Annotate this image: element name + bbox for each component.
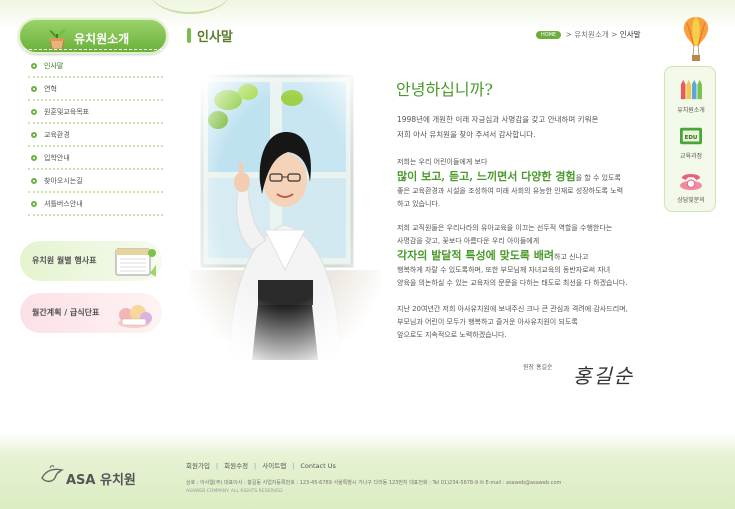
home-link[interactable]: HOME xyxy=(536,31,562,39)
signature: 홍길순 xyxy=(573,364,635,388)
quick-item-consult[interactable]: 상담및문의 xyxy=(665,169,717,204)
footer-logo-text: ASA 유치원 xyxy=(66,473,136,488)
calendar-icon xyxy=(115,248,156,277)
copyright: ASAWEB COMPANY. ALL RIGHTS RESERVED xyxy=(186,489,283,494)
greeting-heading: 안녕하십니까? xyxy=(396,80,493,99)
sidebar-item-environment[interactable]: 교육환경 xyxy=(28,127,163,150)
sidebar-item-label: 찾아오시는길 xyxy=(44,177,83,185)
sidebar-item-greeting[interactable]: 인사말 xyxy=(28,58,163,81)
company-info: 상호 : 아사웹(주) 대표이사 : 홍길동 사업자등록번호 : 123-45-… xyxy=(186,480,562,486)
meal-icon xyxy=(118,305,152,328)
telephone-icon xyxy=(680,174,702,191)
bullet-icon xyxy=(31,178,37,184)
sidebar-menu: 인사말 연혁 원훈및교육목표 교육환경 입학안내 찾아오시는길 셔틀버스안내 xyxy=(28,58,163,219)
crayons-icon xyxy=(680,79,702,100)
vision-paragraph: 저희는 우리 어린이들에게 보다 많이 보고, 듣고, 느끼면서 다양한 경험을… xyxy=(397,158,624,208)
thanks-paragraph: 지난 20여년간 저희 아사유치원에 보내주신 크나 큰 관심과 격려에 감사드… xyxy=(397,305,628,339)
sidebar-item-motto[interactable]: 원훈및교육목표 xyxy=(28,104,163,127)
banner-label: 유치원 월별 행사표 xyxy=(32,256,97,265)
breadcrumb-separator: > xyxy=(611,30,618,39)
bullet-icon xyxy=(31,132,37,138)
quick-item-label: 유치원소개 xyxy=(677,107,705,114)
quick-item-label: 교육과정 xyxy=(679,153,703,160)
quick-item-intro[interactable]: 유치원소개 xyxy=(665,79,717,114)
edit-member-link[interactable]: 회원수정 xyxy=(224,462,248,470)
meal-plan-banner[interactable]: 월간계획 / 급식단표 xyxy=(20,293,162,333)
quick-menu: 유치원소개 EDU 교육과정 상담및문의 xyxy=(664,66,716,212)
monthly-events-banner[interactable]: 유치원 월별 행사표 xyxy=(20,241,162,281)
page-title: 인사말 xyxy=(197,30,233,45)
link-separator: | xyxy=(254,462,257,470)
sidebar-item-label: 인사말 xyxy=(44,62,64,70)
link-separator: | xyxy=(215,462,219,470)
bullet-icon xyxy=(31,86,37,92)
quick-item-label: 상담및문의 xyxy=(677,197,705,204)
edu-badge-text: EDU xyxy=(685,135,698,141)
bird-logo-icon xyxy=(41,465,65,483)
director-name: 원장 홍길순 xyxy=(523,364,553,371)
bullet-icon xyxy=(31,155,37,161)
bullet-icon xyxy=(31,63,37,69)
footer-links: 회원가입 | 회원수정 | 사이트맵 | Contact Us xyxy=(186,460,336,470)
sidebar-item-label: 입학안내 xyxy=(44,154,70,162)
intro-paragraph: 1998년에 개원한 이래 자긍심과 사명감을 갖고 안내하며 키워온 저희 아… xyxy=(397,115,599,139)
director-photo xyxy=(190,70,380,360)
breadcrumb-separator: > xyxy=(565,30,572,39)
signup-link[interactable]: 회원가입 xyxy=(186,462,210,470)
link-separator: | xyxy=(292,462,295,470)
breadcrumb-current: 인사말 xyxy=(619,30,641,39)
staff-paragraph: 저희 교직원들은 우리나라의 유아교육을 이끄는 선두적 역할을 수행한다는 사… xyxy=(397,224,628,287)
highlight-text: 각자의 발달적 특성에 맞도록 배려 xyxy=(397,249,554,262)
sitemap-link[interactable]: 사이트맵 xyxy=(262,462,286,470)
sidebar-item-label: 셔틀버스안내 xyxy=(44,200,83,208)
sidebar-title: 유치원소개 xyxy=(74,32,130,46)
footer-logo[interactable]: ASA 유치원 xyxy=(40,464,136,488)
sidebar-item-directions[interactable]: 찾아오시는길 xyxy=(28,173,163,196)
sidebar-item-history[interactable]: 연혁 xyxy=(28,81,163,104)
bullet-icon xyxy=(31,109,37,115)
banner-label: 월간계획 / 급식단표 xyxy=(32,308,100,317)
sidebar-item-admission[interactable]: 입학안내 xyxy=(28,150,163,173)
highlight-text: 많이 보고, 듣고, 느끼면서 다양한 경험 xyxy=(397,170,576,183)
quick-item-curriculum[interactable]: EDU 교육과정 xyxy=(665,125,717,160)
edu-badge-icon: EDU xyxy=(680,127,702,145)
breadcrumb-parent[interactable]: 유치원소개 xyxy=(574,30,609,39)
sidebar-item-label: 교육환경 xyxy=(44,131,70,139)
bullet-icon xyxy=(31,201,37,207)
divider xyxy=(24,49,162,50)
flower-pot-icon xyxy=(49,29,66,50)
sidebar-item-label: 원훈및교육목표 xyxy=(44,108,90,116)
contact-link[interactable]: Contact Us xyxy=(300,462,336,470)
breadcrumb: HOME > 유치원소개 > 인사말 xyxy=(536,29,641,40)
sidebar-item-shuttle[interactable]: 셔틀버스안내 xyxy=(28,196,163,219)
sidebar-item-label: 연혁 xyxy=(44,85,57,93)
hot-air-balloon-icon xyxy=(683,17,709,61)
